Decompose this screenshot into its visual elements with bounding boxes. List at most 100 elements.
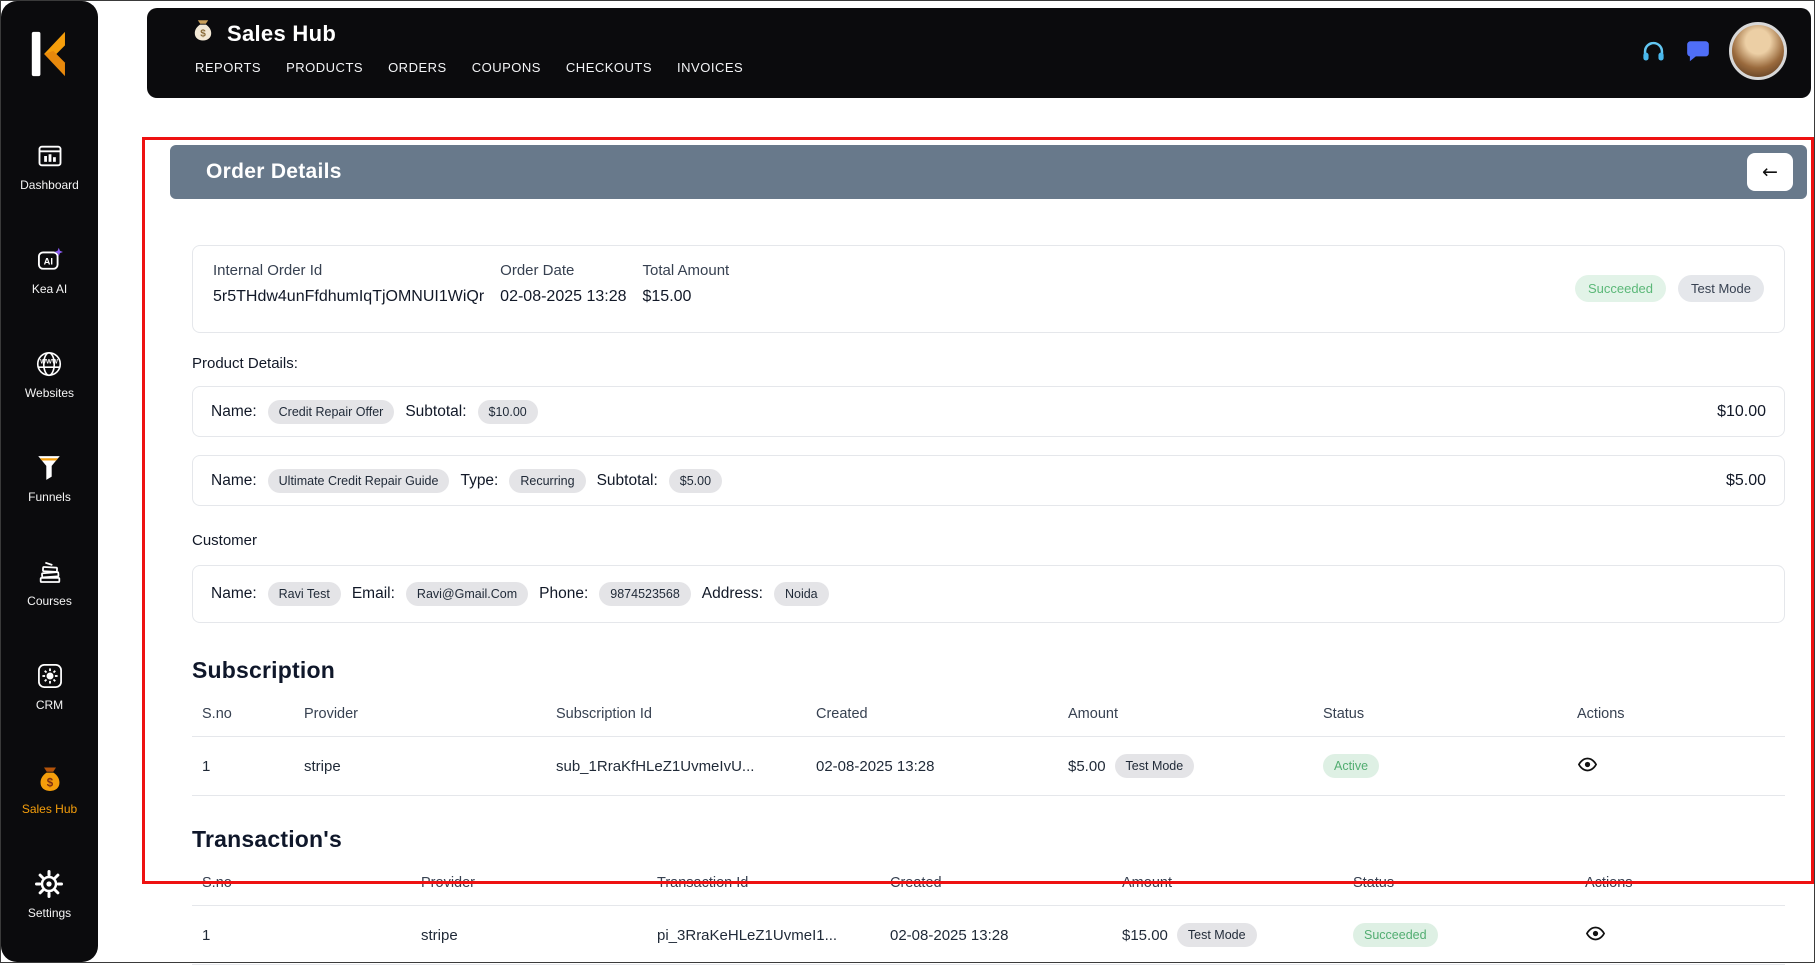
subscription-title: Subscription: [192, 657, 335, 683]
money-bag-icon: $: [35, 765, 65, 795]
address-label: Address:: [701, 585, 763, 602]
internal-order-id-field: Internal Order Id 5r5THdw4unFfdhumIqTjOM…: [213, 262, 484, 306]
sidebar: Dashboard AI Kea AI WWW Websites Funnels…: [1, 1, 98, 962]
col-actions: Actions: [1577, 706, 1625, 722]
subtotal-pill: $10.00: [477, 399, 538, 424]
crm-icon: [35, 661, 65, 691]
field-label: Order Date: [500, 262, 575, 279]
name-label: Name:: [211, 471, 257, 489]
col-subscription-id: Subscription Id: [556, 706, 652, 722]
test-mode-badge: Test Mode: [1678, 274, 1764, 302]
cell-created: 02-08-2025 13:28: [816, 757, 935, 775]
product-row: Name: Ultimate Credit Repair Guide Type:…: [192, 455, 1785, 506]
sidebar-item-sales-hub[interactable]: $ Sales Hub: [22, 765, 77, 816]
top-navigation: REPORTS PRODUCTS ORDERS COUPONS CHECKOUT…: [195, 60, 1787, 75]
col-sno: S.no: [202, 875, 232, 891]
customer-address-pill: Noida: [773, 582, 829, 606]
sidebar-item-dashboard[interactable]: Dashboard: [20, 141, 79, 192]
sidebar-item-settings[interactable]: Settings: [28, 869, 71, 920]
cell-provider: stripe: [304, 757, 341, 775]
subscription-table-header: S.no Provider Subscription Id Created Am…: [192, 696, 1785, 737]
sidebar-item-courses[interactable]: Courses: [27, 557, 72, 608]
status-pill: Succeeded: [1353, 923, 1438, 947]
total-amount-field: Total Amount $15.00: [643, 262, 730, 306]
topbar: $ Sales Hub REPORTS PRODUCTS ORDERS COUP…: [147, 8, 1811, 98]
globe-icon: WWW: [34, 349, 64, 379]
product-details-label: Product Details:: [192, 355, 298, 372]
funnel-icon: [34, 453, 64, 483]
order-details-panel: Order Details ← Internal Order Id 5r5THd…: [170, 145, 1807, 965]
line-total: $5.00: [1725, 471, 1766, 489]
app-logo-icon[interactable]: [24, 27, 76, 83]
sidebar-item-label: Websites: [24, 386, 75, 400]
sales-hub-icon: $: [191, 18, 215, 49]
type-label: Type:: [460, 471, 499, 489]
back-button[interactable]: ←: [1747, 153, 1793, 191]
customer-email-pill: Ravi@Gmail.Com: [405, 582, 529, 606]
sidebar-item-label: Dashboard: [20, 178, 79, 192]
panel-body: Internal Order Id 5r5THdw4unFfdhumIqTjOM…: [170, 245, 1807, 965]
col-provider: Provider: [421, 875, 475, 891]
table-row: 1 stripe sub_1RraKfHLeZ1UvmeIvU... 02-08…: [192, 737, 1785, 796]
view-subscription-button[interactable]: [1577, 754, 1598, 778]
name-label: Name:: [211, 402, 257, 420]
order-badges: Succeeded Test Mode: [1574, 274, 1764, 302]
support-headset-icon[interactable]: [1640, 38, 1667, 65]
cell-subscription-id: sub_1RraKfHLeZ1UvmeIvU...: [556, 757, 755, 775]
customer-card: Name: Ravi Test Email: Ravi@Gmail.Com Ph…: [192, 565, 1785, 623]
nav-coupons[interactable]: COUPONS: [472, 60, 541, 75]
col-actions: Actions: [1585, 875, 1633, 891]
col-status: Status: [1353, 875, 1395, 891]
svg-text:WWW: WWW: [41, 358, 59, 365]
nav-reports[interactable]: REPORTS: [195, 60, 261, 75]
sidebar-item-funnels[interactable]: Funnels: [28, 453, 71, 504]
nav-products[interactable]: PRODUCTS: [286, 60, 363, 75]
cell-actions: [1577, 754, 1785, 778]
panel-title: Order Details: [206, 160, 342, 183]
email-label: Email:: [351, 585, 395, 602]
test-mode-pill: Test Mode: [1114, 754, 1195, 778]
status-badge: Succeeded: [1574, 274, 1667, 302]
table-row: 1 stripe pi_3RraKeHLeZ1UvmeI1... 02-08-2…: [192, 906, 1785, 965]
user-avatar[interactable]: [1729, 22, 1787, 80]
product-name-pill: Credit Repair Offer: [267, 399, 395, 424]
panel-header: Order Details ←: [170, 145, 1807, 199]
transactions-title: Transaction's: [192, 826, 342, 852]
col-amount: Amount: [1122, 875, 1172, 891]
sidebar-item-label: Settings: [27, 906, 72, 920]
cell-transaction-id: pi_3RraKeHLeZ1UvmeI1...: [657, 926, 838, 944]
subscription-table: S.no Provider Subscription Id Created Am…: [192, 696, 1785, 796]
chat-icon[interactable]: [1685, 38, 1711, 64]
ai-icon: AI: [35, 245, 65, 275]
sidebar-item-kea-ai[interactable]: AI Kea AI: [32, 245, 67, 296]
cell-created: 02-08-2025 13:28: [890, 926, 1009, 944]
type-pill: Recurring: [509, 468, 586, 493]
sidebar-item-label: Kea AI: [31, 282, 68, 296]
nav-checkouts[interactable]: CHECKOUTS: [566, 60, 652, 75]
col-amount: Amount: [1068, 706, 1118, 722]
sidebar-item-websites[interactable]: WWW Websites: [25, 349, 74, 400]
svg-text:$: $: [200, 29, 206, 40]
gear-icon: [34, 869, 64, 899]
nav-invoices[interactable]: INVOICES: [677, 60, 743, 75]
transactions-table-header: S.no Provider Transaction Id Created Amo…: [192, 865, 1785, 906]
name-label: Name:: [211, 585, 257, 602]
view-transaction-button[interactable]: [1585, 923, 1606, 947]
sidebar-item-label: CRM: [35, 698, 64, 712]
customer-label: Customer: [192, 532, 258, 549]
cell-provider: stripe: [421, 926, 458, 944]
cell-sno: 1: [202, 757, 211, 775]
cell-sno: 1: [202, 926, 211, 944]
sidebar-item-crm[interactable]: CRM: [35, 661, 65, 712]
subtotal-label: Subtotal:: [405, 402, 467, 420]
amount-value: $5.00: [1068, 757, 1106, 775]
page: Dashboard AI Kea AI WWW Websites Funnels…: [0, 0, 1815, 965]
test-mode-pill: Test Mode: [1176, 923, 1257, 947]
courses-icon: [35, 557, 65, 587]
subtotal-label: Subtotal:: [596, 471, 658, 489]
cell-status: Succeeded: [1353, 923, 1585, 947]
col-provider: Provider: [304, 706, 358, 722]
col-sno: S.no: [202, 706, 232, 722]
col-created: Created: [816, 706, 868, 722]
nav-orders[interactable]: ORDERS: [388, 60, 447, 75]
